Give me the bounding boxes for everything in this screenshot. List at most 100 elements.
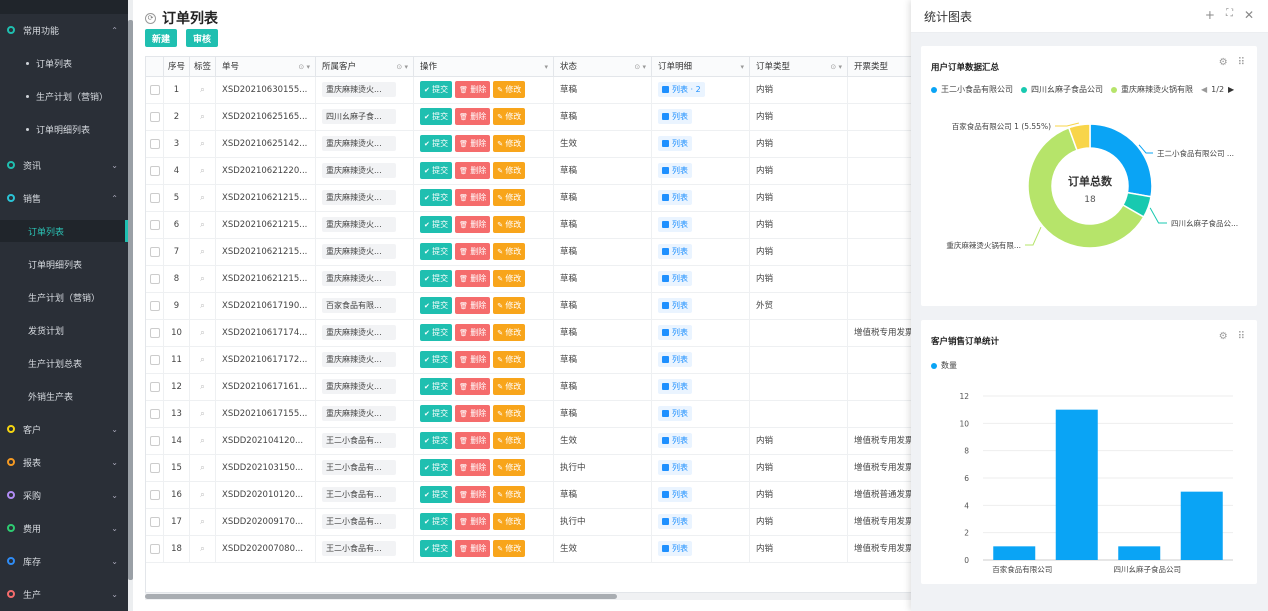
delete-button[interactable]: 🗑 删除 (455, 459, 491, 476)
tag-icon[interactable]: ⌕ (200, 193, 205, 203)
header-type[interactable]: 订单类型 ⊙ ▾ (750, 57, 848, 77)
chevron-down-icon[interactable]: ▾ (544, 57, 548, 77)
modify-button[interactable]: ✎ 修改 (493, 513, 526, 530)
customer-tag[interactable]: 重庆麻辣烫火... (322, 271, 396, 286)
tag-icon[interactable]: ⌕ (200, 301, 205, 311)
detail-list-button[interactable]: 列表 (658, 190, 692, 205)
checkbox[interactable] (150, 489, 160, 500)
header-customer[interactable]: 所属客户 ⊙ ▾ (316, 57, 414, 77)
sidebar-group-1[interactable]: 常用功能 ⌃ (0, 19, 128, 41)
modify-button[interactable]: ✎ 修改 (493, 351, 526, 368)
submit-button[interactable]: ✔ 提交 (420, 270, 453, 287)
sidebar-item-sales-6[interactable]: 外销生产表 (0, 385, 128, 407)
row-tag[interactable]: ⌕ (190, 131, 216, 158)
checkbox[interactable] (150, 192, 160, 203)
checkbox[interactable] (150, 327, 160, 338)
sidebar-group-6[interactable]: 采购 ⌄ (0, 484, 128, 506)
customer-tag[interactable]: 王二小食品有... (322, 541, 396, 556)
header-select[interactable] (146, 57, 164, 77)
row-select[interactable] (146, 536, 164, 563)
delete-button[interactable]: 🗑 删除 (455, 405, 491, 422)
row-select[interactable] (146, 239, 164, 266)
customer-tag[interactable]: 王二小食品有... (322, 460, 396, 475)
row-select[interactable] (146, 455, 164, 482)
detail-list-button[interactable]: 列表 (658, 487, 692, 502)
customer-tag[interactable]: 重庆麻辣烫火... (322, 325, 396, 340)
row-tag[interactable]: ⌕ (190, 293, 216, 320)
row-tag[interactable]: ⌕ (190, 104, 216, 131)
delete-button[interactable]: 🗑 删除 (455, 243, 491, 260)
filter-icon[interactable]: ⊙ ▾ (634, 57, 646, 77)
customer-tag[interactable]: 重庆麻辣烫火... (322, 406, 396, 421)
legend-next-icon[interactable]: ▶ (1228, 85, 1234, 94)
row-order-no[interactable]: XSDD202103150... (216, 455, 316, 482)
checkbox[interactable] (150, 516, 160, 527)
row-order-no[interactable]: XSD20210621220... (216, 158, 316, 185)
checkbox[interactable] (150, 543, 160, 554)
detail-list-button[interactable]: 列表 (658, 352, 692, 367)
row-order-no[interactable]: XSD20210617161... (216, 374, 316, 401)
submit-button[interactable]: ✔ 提交 (420, 324, 453, 341)
delete-button[interactable]: 🗑 删除 (455, 108, 491, 125)
delete-button[interactable]: 🗑 删除 (455, 162, 491, 179)
row-tag[interactable]: ⌕ (190, 347, 216, 374)
filter-icon[interactable]: ⊙ ▾ (830, 57, 842, 77)
delete-button[interactable]: 🗑 删除 (455, 297, 491, 314)
tag-icon[interactable]: ⌕ (200, 355, 205, 365)
row-order-no[interactable]: XSD20210621215... (216, 266, 316, 293)
chevron-down-icon[interactable]: ⌄ (111, 557, 118, 566)
modify-button[interactable]: ✎ 修改 (493, 189, 526, 206)
row-tag[interactable]: ⌕ (190, 185, 216, 212)
checkbox[interactable] (150, 138, 160, 149)
modify-button[interactable]: ✎ 修改 (493, 432, 526, 449)
checkbox[interactable] (150, 300, 160, 311)
submit-button[interactable]: ✔ 提交 (420, 162, 453, 179)
modify-button[interactable]: ✎ 修改 (493, 540, 526, 557)
submit-button[interactable]: ✔ 提交 (420, 189, 453, 206)
customer-tag[interactable]: 重庆麻辣烫火... (322, 190, 396, 205)
row-select[interactable] (146, 185, 164, 212)
row-order-no[interactable]: XSD20210621215... (216, 239, 316, 266)
submit-button[interactable]: ✔ 提交 (420, 513, 453, 530)
delete-button[interactable]: 🗑 删除 (455, 324, 491, 341)
row-tag[interactable]: ⌕ (190, 455, 216, 482)
row-order-no[interactable]: XSD20210621215... (216, 212, 316, 239)
submit-button[interactable]: ✔ 提交 (420, 297, 453, 314)
delete-button[interactable]: 🗑 删除 (455, 135, 491, 152)
table-scrollbar-thumb[interactable] (145, 594, 617, 599)
detail-list-button[interactable]: 列表 (658, 379, 692, 394)
submit-button[interactable]: ✔ 提交 (420, 405, 453, 422)
row-order-no[interactable]: XSDD202010120... (216, 482, 316, 509)
chevron-down-icon[interactable]: ⌄ (111, 425, 118, 434)
detail-list-button[interactable]: 列表 (658, 460, 692, 475)
row-order-no[interactable]: XSD20210617174... (216, 320, 316, 347)
row-select[interactable] (146, 158, 164, 185)
chevron-down-icon[interactable]: ⌄ (111, 491, 118, 500)
legend-prev-icon[interactable]: ◀ (1201, 85, 1207, 94)
submit-button[interactable]: ✔ 提交 (420, 378, 453, 395)
bar-legend-item[interactable]: 数量 (931, 360, 957, 371)
chevron-down-icon[interactable]: ⌄ (111, 161, 118, 170)
detail-list-button[interactable]: 列表 · 2 (658, 82, 705, 97)
row-select[interactable] (146, 104, 164, 131)
modify-button[interactable]: ✎ 修改 (493, 324, 526, 341)
sidebar-item-common-3[interactable]: 订单明细列表 (0, 118, 128, 140)
checkbox[interactable] (150, 273, 160, 284)
drag-handle-icon[interactable]: ⠿ (1238, 331, 1245, 342)
audit-button[interactable]: 审核 (186, 29, 219, 47)
tag-icon[interactable]: ⌕ (200, 85, 205, 95)
submit-button[interactable]: ✔ 提交 (420, 351, 453, 368)
tag-icon[interactable]: ⌕ (200, 382, 205, 392)
row-tag[interactable]: ⌕ (190, 266, 216, 293)
tag-icon[interactable]: ⌕ (200, 544, 205, 554)
tag-icon[interactable]: ⌕ (200, 139, 205, 149)
customer-tag[interactable]: 王二小食品有... (322, 514, 396, 529)
row-select[interactable] (146, 374, 164, 401)
sidebar-group-5[interactable]: 报表 ⌄ (0, 451, 128, 473)
detail-list-button[interactable]: 列表 (658, 244, 692, 259)
submit-button[interactable]: ✔ 提交 (420, 108, 453, 125)
submit-button[interactable]: ✔ 提交 (420, 459, 453, 476)
customer-tag[interactable]: 重庆麻辣烫火... (322, 379, 396, 394)
sidebar-item-sales-4[interactable]: 发货计划 (0, 319, 128, 341)
submit-button[interactable]: ✔ 提交 (420, 486, 453, 503)
